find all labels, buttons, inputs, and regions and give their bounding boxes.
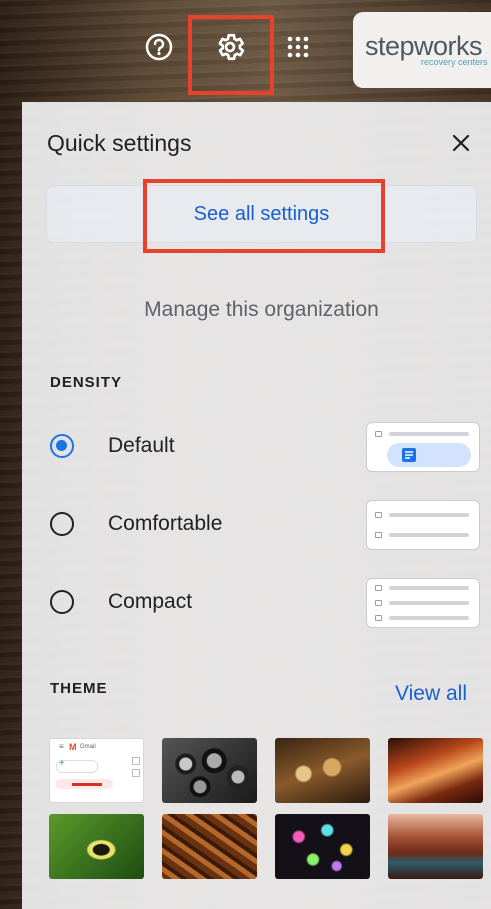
density-label-compact: Compact — [108, 590, 193, 613]
theme-heading: THEME — [50, 680, 108, 697]
radio-compact[interactable] — [50, 590, 74, 614]
close-button[interactable] — [446, 128, 476, 158]
panel-title: Quick settings — [47, 130, 192, 156]
density-preview-comfortable — [366, 500, 480, 550]
radio-default[interactable] — [50, 434, 74, 458]
organization-logo[interactable]: stepworks recovery centers — [353, 12, 491, 88]
document-icon — [402, 448, 416, 462]
gmail-wordmark: Gmail — [80, 744, 96, 750]
theme-thumb-caterpillar[interactable] — [49, 814, 144, 879]
gear-highlight-box — [188, 15, 274, 95]
theme-thumb-bokeh[interactable] — [275, 814, 370, 879]
quick-settings-panel: Quick settings See all settings Manage t… — [22, 102, 491, 909]
close-icon — [452, 134, 470, 152]
theme-thumb-chess[interactable] — [275, 738, 370, 803]
view-all-themes-link[interactable]: View all — [395, 682, 467, 706]
theme-thumb-canyon[interactable] — [388, 738, 483, 803]
top-bar: stepworks recovery centers — [0, 0, 491, 95]
logo-subtitle: recovery centers — [421, 57, 488, 67]
density-preview-default — [366, 422, 480, 472]
density-option-compact[interactable]: Compact — [50, 578, 480, 628]
gmail-menu-icon: ≡ — [59, 742, 64, 751]
density-preview-compact — [366, 578, 480, 628]
radio-comfortable[interactable] — [50, 512, 74, 536]
compose-plus-icon: + — [59, 758, 65, 769]
logo-word: stepworks — [365, 31, 483, 61]
help-button[interactable] — [135, 23, 183, 71]
gmail-logo-icon: M — [69, 742, 77, 752]
apps-button[interactable] — [274, 23, 322, 71]
density-heading: DENSITY — [50, 374, 123, 391]
theme-thumb-autumn-leaves[interactable] — [162, 814, 257, 879]
density-label-comfortable: Comfortable — [108, 512, 223, 535]
theme-thumb-pipes[interactable] — [162, 738, 257, 803]
density-label-default: Default — [108, 434, 175, 457]
theme-thumb-canyon-river[interactable] — [388, 814, 483, 879]
theme-thumb-default[interactable]: ≡ M Gmail + — [49, 738, 144, 803]
apps-grid-icon — [287, 36, 309, 58]
density-option-comfortable[interactable]: Comfortable — [50, 500, 480, 550]
see-all-highlight-box — [143, 179, 385, 253]
manage-organization-link[interactable]: Manage this organization — [22, 298, 491, 322]
density-option-default[interactable]: Default — [50, 422, 480, 472]
help-circle-icon — [145, 33, 173, 61]
